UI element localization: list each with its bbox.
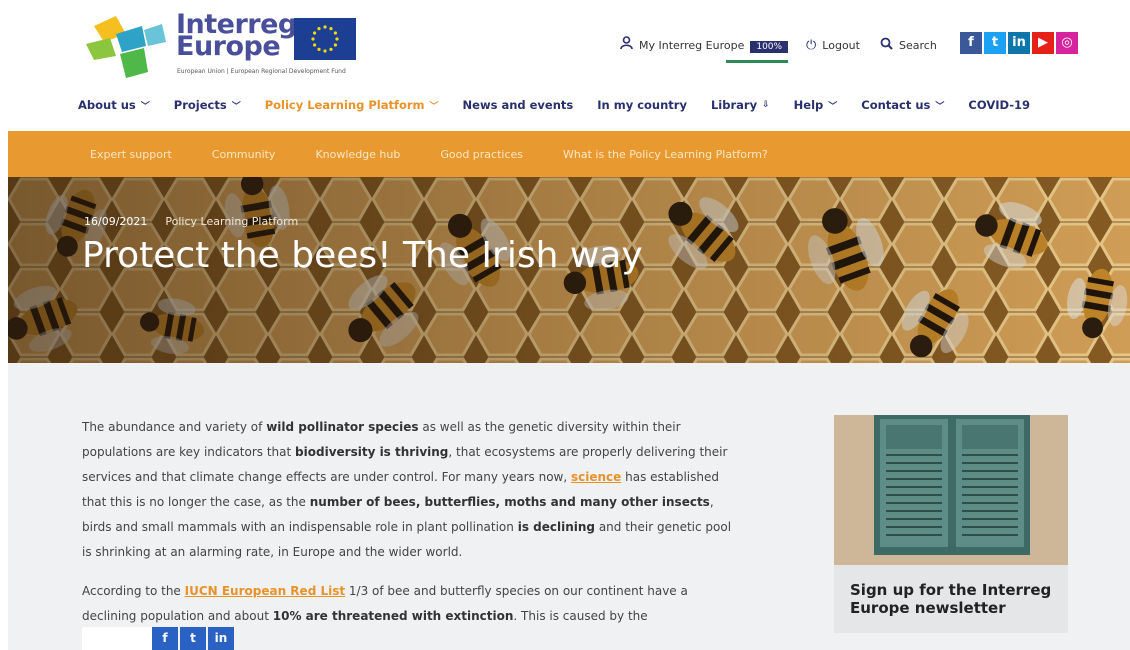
nav-policy-learning-platform[interactable]: Policy Learning Platform ﹀ (265, 98, 439, 112)
logo-subtitle: European Union | European Regional Devel… (177, 68, 346, 75)
power-icon: ⏻ (806, 37, 817, 53)
subnav-community[interactable]: Community (212, 148, 276, 161)
chevron-down-icon: ﹀ (935, 101, 945, 112)
article-body: The abundance and variety of wild pollin… (82, 415, 742, 643)
article-paragraph-1: The abundance and variety of wild pollin… (82, 420, 732, 559)
nav-news-and-events[interactable]: News and events (463, 98, 574, 112)
chevron-down-icon: ﹀ (429, 101, 439, 112)
logout-label: Logout (822, 38, 860, 52)
download-icon: ⇩ (762, 100, 770, 110)
subnav-what-is-plp[interactable]: What is the Policy Learning Platform? (563, 148, 768, 161)
share-facebook-icon[interactable]: f (152, 627, 178, 650)
social-links: f t in ▶ ◎ (960, 32, 1078, 54)
my-interreg-link[interactable]: My Interreg Europe 100% (620, 32, 789, 63)
youtube-icon[interactable]: ▶ (1032, 32, 1054, 54)
facebook-icon[interactable]: f (960, 32, 982, 54)
chevron-down-icon: ﹀ (231, 101, 241, 112)
subnav-good-practices[interactable]: Good practices (440, 148, 523, 161)
logo-line-2: Europe (176, 31, 281, 62)
nav-help[interactable]: Help ﹀ (794, 98, 838, 112)
article-category[interactable]: Policy Learning Platform (165, 215, 298, 228)
newsletter-promo[interactable]: Sign up for the Interreg Europe newslett… (834, 415, 1068, 633)
shutter-window-image (834, 415, 1068, 565)
user-icon (620, 36, 633, 54)
main-navigation: About us ﹀ Projects ﹀ Policy Learning Plat… (78, 98, 1054, 112)
policy-learning-subnav: Expert support Community Knowledge hub G… (8, 131, 1130, 177)
my-interreg-label: My Interreg Europe (639, 38, 745, 52)
search-icon (880, 37, 893, 54)
article-meta: 16/09/2021 Policy Learning Platform (84, 215, 298, 228)
iucn-red-list-link[interactable]: IUCN European Red List (185, 584, 345, 598)
interreg-europe-logo[interactable]: Interreg Europe European Union | Europea… (86, 10, 376, 82)
nav-in-my-country[interactable]: In my country (597, 98, 687, 112)
main-content: The abundance and variety of wild pollin… (8, 363, 1130, 650)
nav-library[interactable]: Library ⇩ (711, 98, 770, 112)
subnav-knowledge-hub[interactable]: Knowledge hub (315, 148, 400, 161)
chevron-down-icon: ﹀ (140, 101, 150, 112)
logout-link[interactable]: ⏻ Logout (806, 32, 860, 58)
subnav-expert-support[interactable]: Expert support (90, 148, 172, 161)
article-date: 16/09/2021 (84, 215, 148, 228)
profile-progress-bar (726, 59, 789, 63)
nav-about-us[interactable]: About us ﹀ (78, 98, 150, 112)
linkedin-icon[interactable]: in (1008, 32, 1030, 54)
logo-mark-icon (86, 16, 166, 78)
science-link[interactable]: science (571, 470, 621, 484)
site-header: Interreg Europe European Union | Europea… (8, 0, 1130, 130)
profile-progress-badge: 100% (750, 40, 789, 53)
instagram-icon[interactable]: ◎ (1056, 32, 1078, 54)
nav-contact-us[interactable]: Contact us ﹀ (861, 98, 944, 112)
nav-projects[interactable]: Projects ﹀ (174, 98, 241, 112)
search-label: Search (899, 38, 937, 52)
share-twitter-icon[interactable]: t (180, 627, 206, 650)
article-title: Protect the bees! The Irish way (82, 235, 643, 276)
share-linkedin-icon[interactable]: in (208, 627, 234, 650)
newsletter-title: Sign up for the Interreg Europe newslett… (850, 581, 1052, 617)
chevron-down-icon: ﹀ (828, 101, 838, 112)
search-link[interactable]: Search (880, 32, 937, 58)
eu-flag-icon (294, 18, 356, 60)
hero-banner: 16/09/2021 Policy Learning Platform Prote… (8, 177, 1130, 363)
article-paragraph-2: According to the IUCN European Red List … (82, 584, 688, 623)
twitter-icon[interactable]: t (984, 32, 1006, 54)
nav-covid-19[interactable]: COVID-19 (968, 98, 1030, 112)
share-bar: f t in (82, 627, 236, 650)
